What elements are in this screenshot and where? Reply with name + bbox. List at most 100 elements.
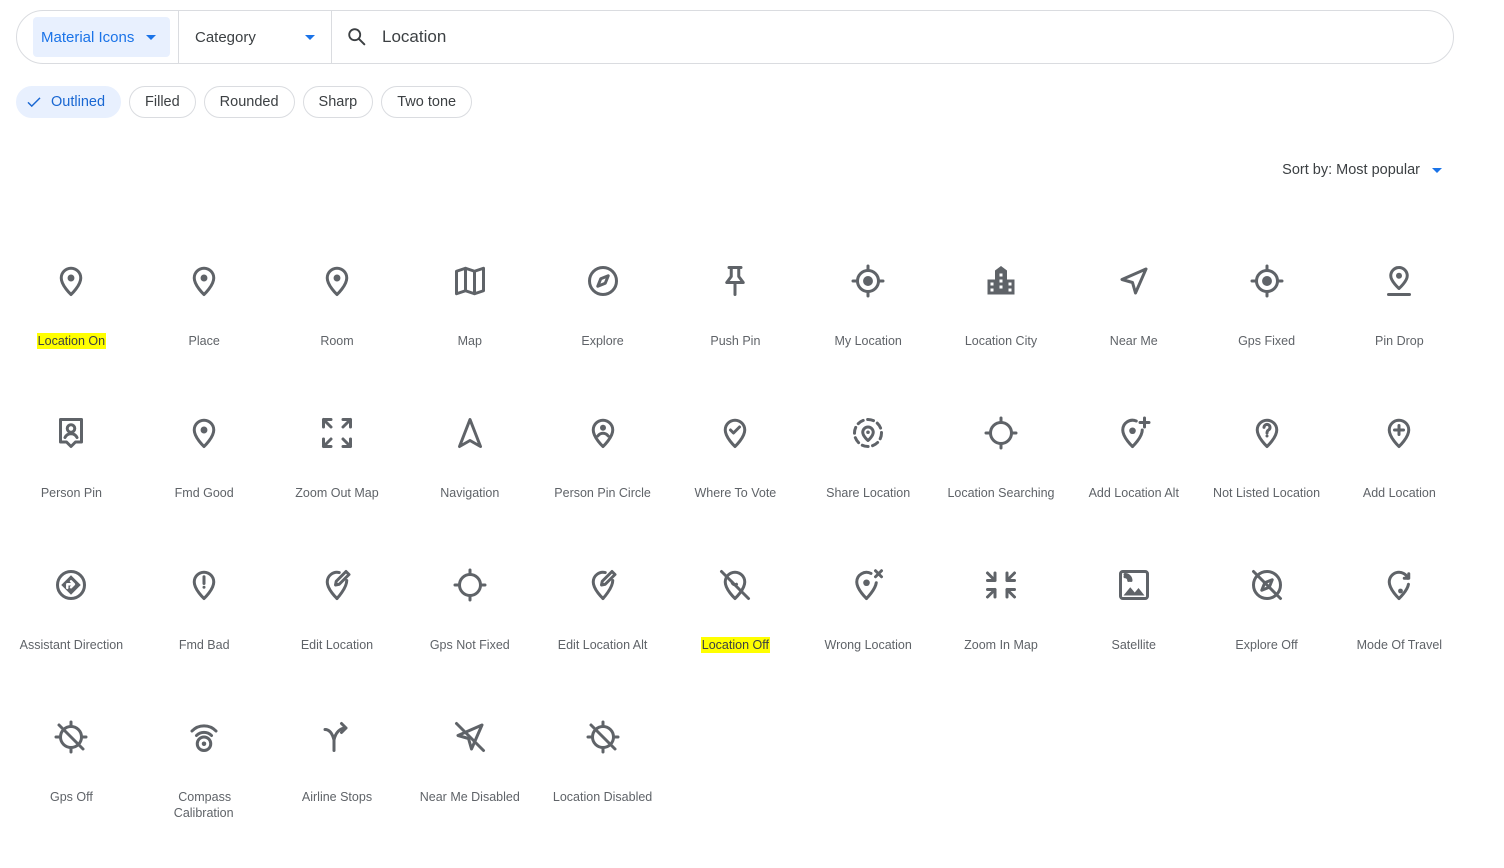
chevron-down-icon [305, 34, 315, 40]
icon-tile-push-pin[interactable]: Push Pin [669, 247, 802, 399]
icon-tile-person-pin[interactable]: Person Pin [5, 399, 138, 551]
style-chip-two-tone[interactable]: Two tone [381, 86, 473, 118]
icon-tile-edit-location[interactable]: Edit Location [271, 551, 404, 703]
travel-icon [1381, 567, 1417, 603]
icon-label-text: Zoom In Map [964, 638, 1038, 652]
icon-label-text: Fmd Good [174, 486, 234, 500]
style-chip-sharp[interactable]: Sharp [302, 86, 374, 118]
icon-tile-airline-stops[interactable]: Airline Stops [271, 703, 404, 855]
icon-tile-explore-off[interactable]: Explore Off [1200, 551, 1333, 703]
icon-label-text: Location City [964, 334, 1038, 348]
icon-set-dropdown[interactable]: Material Icons [33, 17, 170, 57]
icon-tile-label: Location Searching [946, 485, 1056, 501]
direction-icon [53, 567, 89, 603]
icon-tile-zoom-in-map[interactable]: Zoom In Map [935, 551, 1068, 703]
icon-tile-label: Zoom In Map [946, 637, 1056, 653]
icon-tile-label: My Location [813, 333, 923, 349]
icon-tile-map[interactable]: Map [403, 247, 536, 399]
icon-label-text: Location Disabled [552, 790, 653, 804]
icon-label-text: Explore [581, 334, 624, 348]
icon-tile-fmd-good[interactable]: Fmd Good [138, 399, 271, 551]
gpsoff-icon [53, 719, 89, 755]
search-input[interactable] [380, 26, 1284, 48]
icon-label-text: Near Me [1109, 334, 1158, 348]
icon-tile-add-location[interactable]: Add Location [1333, 399, 1466, 551]
icon-tile-fmd-bad[interactable]: Fmd Bad [138, 551, 271, 703]
icon-tile-where-to-vote[interactable]: Where To Vote [669, 399, 802, 551]
icon-label-text: Not Listed Location [1213, 486, 1321, 500]
sort-dropdown[interactable]: Sort by: Most popular [1282, 162, 1442, 178]
pin-icon [186, 263, 222, 299]
icon-tile-label: Edit Location [282, 637, 392, 653]
icon-tile-not-listed-location[interactable]: Not Listed Location [1200, 399, 1333, 551]
sort-label: Sort by: Most popular [1282, 162, 1420, 178]
icon-tile-pin-drop[interactable]: Pin Drop [1333, 247, 1466, 399]
icon-tile-mode-of-travel[interactable]: Mode Of Travel [1333, 551, 1466, 703]
icon-tile-share-location[interactable]: Share Location [802, 399, 935, 551]
category-dropdown[interactable]: Category [179, 17, 331, 57]
icon-tile-zoom-out-map[interactable]: Zoom Out Map [271, 399, 404, 551]
icon-label-text: My Location [834, 334, 902, 348]
icon-label-text: Person Pin [40, 486, 102, 500]
icon-tile-assistant-direction[interactable]: Assistant Direction [5, 551, 138, 703]
icon-tile-near-me-disabled[interactable]: Near Me Disabled [403, 703, 536, 855]
icon-tile-label: Share Location [813, 485, 923, 501]
icon-tile-label: Add Location [1344, 485, 1454, 501]
style-chip-filled[interactable]: Filled [129, 86, 196, 118]
icon-tile-compass-calibration[interactable]: Compass Calibration [138, 703, 271, 855]
icon-tile-add-location-alt[interactable]: Add Location Alt [1067, 399, 1200, 551]
pincheck-icon [717, 415, 753, 451]
pin-icon [53, 263, 89, 299]
pinedit-icon [319, 567, 355, 603]
chip-label: Outlined [51, 94, 106, 110]
pinexclaim-icon [186, 567, 222, 603]
icon-tile-location-searching[interactable]: Location Searching [935, 399, 1068, 551]
divider [331, 10, 332, 64]
icon-tile-gps-off[interactable]: Gps Off [5, 703, 138, 855]
icon-tile-place[interactable]: Place [138, 247, 271, 399]
search-bar: Material Icons Category [16, 10, 1454, 64]
icon-tile-gps-not-fixed[interactable]: Gps Not Fixed [403, 551, 536, 703]
icon-tile-location-on[interactable]: Location On [5, 247, 138, 399]
style-chip-outlined[interactable]: Outlined [16, 86, 122, 118]
icon-tile-my-location[interactable]: My Location [802, 247, 935, 399]
icon-tile-wrong-location[interactable]: Wrong Location [802, 551, 935, 703]
arrowoff-icon [452, 719, 488, 755]
icon-tile-explore[interactable]: Explore [536, 247, 669, 399]
icon-tile-label: Gps Not Fixed [415, 637, 525, 653]
icon-label-text: Map [457, 334, 482, 348]
icon-tile-navigation[interactable]: Navigation [403, 399, 536, 551]
icon-tile-location-off[interactable]: Location Off [669, 551, 802, 703]
icon-label-text: Add Location Alt [1088, 486, 1179, 500]
icon-tile-label: Location City [946, 333, 1056, 349]
icon-label-text: Fmd Bad [178, 638, 230, 652]
search-icon [346, 26, 368, 48]
chevron-down-icon [146, 34, 156, 40]
satellite-icon [1116, 567, 1152, 603]
icon-grid: Location On Place Room Map Explore Push Pin My… [5, 247, 1466, 855]
icon-tile-label: Gps Off [16, 789, 126, 805]
chip-label: Rounded [219, 94, 279, 110]
icon-tile-gps-fixed[interactable]: Gps Fixed [1200, 247, 1333, 399]
icon-tile-label: Mode Of Travel [1344, 637, 1454, 653]
compassoff-icon [1249, 567, 1285, 603]
icon-tile-room[interactable]: Room [271, 247, 404, 399]
icon-label-text: Share Location [826, 486, 911, 500]
icon-label-text: Airline Stops [301, 790, 373, 804]
icon-tile-person-pin-circle[interactable]: Person Pin Circle [536, 399, 669, 551]
personpin-icon [53, 415, 89, 451]
icon-tile-location-city[interactable]: Location City [935, 247, 1068, 399]
icon-tile-edit-location-alt[interactable]: Edit Location Alt [536, 551, 669, 703]
icon-tile-label: Wrong Location [813, 637, 923, 653]
pinedit-icon [585, 567, 621, 603]
icon-tile-location-disabled[interactable]: Location Disabled [536, 703, 669, 855]
icon-tile-label: Location On [16, 333, 126, 349]
icon-tile-satellite[interactable]: Satellite [1067, 551, 1200, 703]
icon-label-text: Room [320, 334, 354, 348]
style-chip-rounded[interactable]: Rounded [203, 86, 295, 118]
navigation-icon [452, 415, 488, 451]
icon-tile-near-me[interactable]: Near Me [1067, 247, 1200, 399]
searching-icon [452, 567, 488, 603]
pindrop-icon [1381, 263, 1417, 299]
icon-label-text: Place [188, 334, 220, 348]
